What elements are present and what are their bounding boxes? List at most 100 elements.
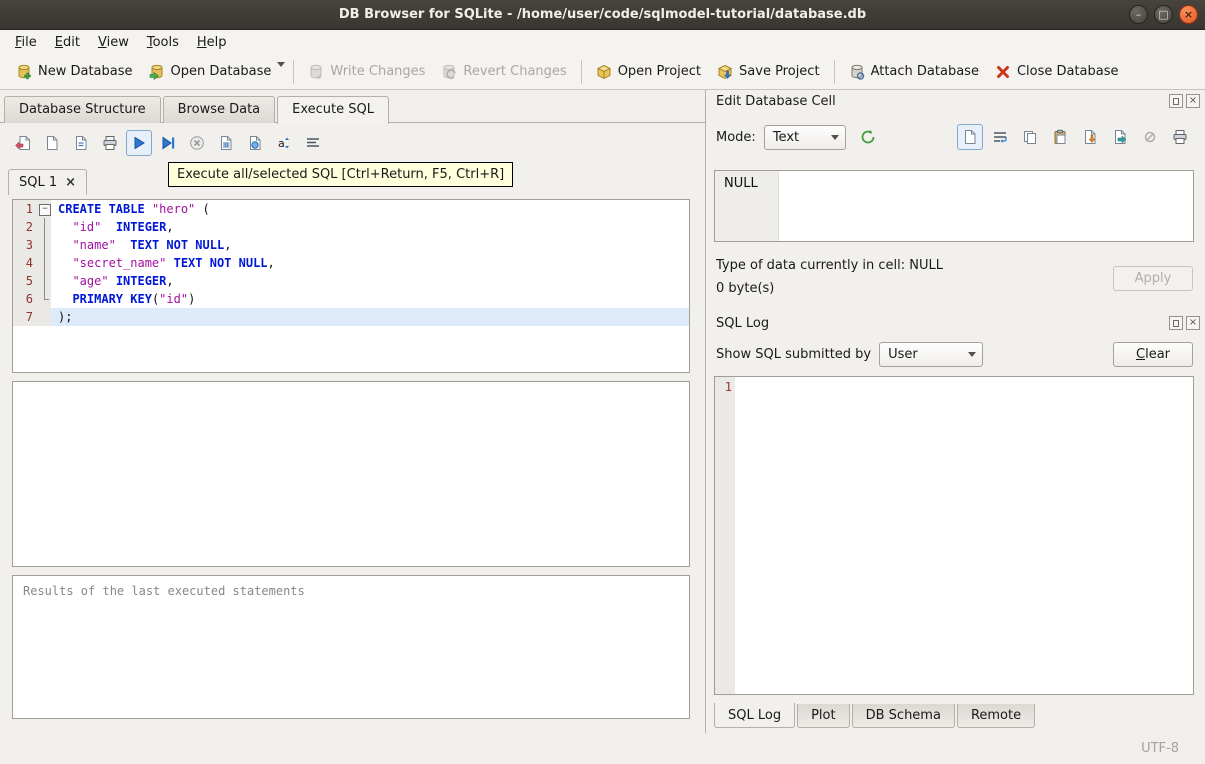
clear-log-button[interactable]: Clear bbox=[1113, 342, 1193, 367]
auto-switch-mode-button[interactable] bbox=[854, 124, 882, 150]
minimize-button[interactable]: – bbox=[1129, 5, 1148, 24]
window-title: DB Browser for SQLite - /home/user/code/… bbox=[338, 7, 867, 22]
fold-margin bbox=[37, 308, 51, 326]
tab-db-schema[interactable]: DB Schema bbox=[851, 704, 955, 728]
code-line: 3 "name" TEXT NOT NULL, bbox=[13, 236, 689, 254]
menubar: File Edit View Tools Help bbox=[0, 30, 1205, 54]
text-mode-toggle-button[interactable] bbox=[957, 124, 983, 150]
paste-cell-button[interactable] bbox=[1047, 124, 1073, 150]
code-line: 4 "secret_name" TEXT NOT NULL, bbox=[13, 254, 689, 272]
word-wrap-button[interactable] bbox=[987, 124, 1013, 150]
stop-execution-button bbox=[184, 130, 210, 156]
svg-text:a: a bbox=[278, 137, 285, 150]
sql-code-editor[interactable]: 1 CREATE TABLE "hero" ( 2 "id" INTEGER, … bbox=[12, 199, 690, 373]
format-sql-icon bbox=[305, 135, 321, 151]
format-sql-button[interactable] bbox=[300, 130, 326, 156]
close-dock-icon[interactable]: × bbox=[1186, 316, 1200, 330]
menu-edit[interactable]: Edit bbox=[46, 32, 89, 53]
code-text: "age" INTEGER, bbox=[72, 274, 174, 288]
tab-remote[interactable]: Remote bbox=[956, 704, 1036, 728]
revert-changes-icon bbox=[441, 64, 457, 80]
stop-icon bbox=[189, 135, 205, 151]
open-database-button[interactable]: Open Database bbox=[141, 59, 280, 85]
import-cell-data-button[interactable] bbox=[1077, 124, 1103, 150]
tab-execute-sql[interactable]: Execute SQL bbox=[277, 96, 390, 124]
edit-cell-dock-buttons: × bbox=[1169, 94, 1200, 108]
tab-browse-data[interactable]: Browse Data bbox=[162, 96, 276, 123]
maximize-button[interactable]: □ bbox=[1154, 5, 1173, 24]
cell-value: NULL bbox=[724, 176, 758, 191]
tab-plot[interactable]: Plot bbox=[797, 704, 850, 728]
sql-tab-1[interactable]: SQL 1 × bbox=[8, 169, 88, 195]
menu-file[interactable]: File bbox=[6, 32, 46, 53]
save-project-button[interactable]: Save Project bbox=[709, 59, 828, 85]
results-message-pane[interactable]: Results of the last executed statements bbox=[12, 575, 690, 719]
new-database-button[interactable]: New Database bbox=[8, 59, 141, 85]
line-number: 2 bbox=[13, 218, 37, 236]
set-null-button bbox=[1137, 124, 1163, 150]
menu-view[interactable]: View bbox=[89, 32, 138, 53]
auto-complete-button[interactable]: a bbox=[271, 130, 297, 156]
attach-database-button[interactable]: Attach Database bbox=[841, 59, 987, 85]
execute-sql-icon bbox=[131, 135, 147, 151]
main-toolbar: New Database Open Database Write Changes… bbox=[0, 54, 1205, 90]
sql-log-view[interactable]: 1 bbox=[714, 376, 1194, 695]
print-sql-button[interactable] bbox=[97, 130, 123, 156]
write-changes-icon bbox=[308, 64, 324, 80]
fold-guide bbox=[37, 254, 51, 272]
execute-current-line-button[interactable] bbox=[155, 130, 181, 156]
open-project-icon bbox=[596, 64, 612, 80]
toolbar-separator bbox=[580, 59, 582, 84]
float-dock-icon[interactable] bbox=[1169, 316, 1183, 330]
close-database-button[interactable]: Close Database bbox=[987, 59, 1127, 85]
fold-marker-icon[interactable] bbox=[37, 200, 51, 218]
close-database-label: Close Database bbox=[1016, 64, 1119, 79]
line-number: 6 bbox=[13, 290, 37, 308]
save-sql-file-button[interactable] bbox=[68, 130, 94, 156]
copy-cell-button[interactable] bbox=[1017, 124, 1043, 150]
code-text: PRIMARY KEY("id") bbox=[72, 292, 196, 306]
tab-sql-log[interactable]: SQL Log bbox=[714, 703, 796, 728]
revert-changes-label: Revert Changes bbox=[463, 64, 567, 79]
fold-guide bbox=[37, 272, 51, 290]
open-database-dropdown-icon[interactable] bbox=[277, 62, 286, 67]
export-results-button[interactable] bbox=[242, 130, 268, 156]
execute-sql-button[interactable] bbox=[126, 130, 152, 156]
toolbar-separator bbox=[833, 59, 835, 84]
log-line-number: 1 bbox=[715, 377, 735, 694]
open-project-button[interactable]: Open Project bbox=[588, 59, 709, 85]
chevron-down-icon bbox=[962, 343, 982, 366]
write-changes-button: Write Changes bbox=[300, 59, 433, 85]
print-icon bbox=[102, 135, 118, 151]
cell-editor-content[interactable] bbox=[779, 171, 1193, 241]
mode-select[interactable]: Text bbox=[763, 124, 846, 150]
menu-help[interactable]: Help bbox=[188, 32, 236, 53]
close-sql-tab-icon[interactable]: × bbox=[65, 176, 76, 189]
results-grid-pane[interactable] bbox=[12, 381, 690, 567]
code-text: "name" TEXT NOT NULL, bbox=[72, 238, 232, 252]
log-filter-label: Show SQL submitted by bbox=[716, 347, 872, 362]
export-cell-data-button[interactable] bbox=[1107, 124, 1133, 150]
cell-editor-gutter: NULL bbox=[715, 171, 779, 241]
close-button[interactable]: × bbox=[1179, 5, 1198, 24]
open-sql-file-button[interactable] bbox=[10, 130, 36, 156]
code-text: "id" INTEGER, bbox=[72, 220, 174, 234]
print-cell-button[interactable] bbox=[1167, 124, 1193, 150]
close-dock-icon[interactable]: × bbox=[1186, 94, 1200, 108]
mode-value: Text bbox=[772, 129, 800, 145]
tab-database-structure[interactable]: Database Structure bbox=[4, 96, 161, 123]
log-content bbox=[735, 377, 1193, 694]
log-filter-select[interactable]: User bbox=[879, 342, 984, 367]
toolbar-separator bbox=[293, 59, 295, 84]
open-database-icon bbox=[149, 64, 165, 80]
open-project-label: Open Project bbox=[617, 64, 702, 79]
save-results-button[interactable] bbox=[213, 130, 239, 156]
float-dock-icon[interactable] bbox=[1169, 94, 1183, 108]
sql-toolbar: a bbox=[10, 130, 326, 156]
cell-value-editor[interactable]: NULL bbox=[714, 170, 1194, 242]
edit-cell-dock-title: Edit Database Cell bbox=[716, 94, 836, 109]
menu-tools[interactable]: Tools bbox=[138, 32, 188, 53]
log-filter-row: Show SQL submitted by User bbox=[716, 342, 984, 367]
new-sql-tab-button[interactable] bbox=[39, 130, 65, 156]
encoding-indicator: UTF-8 bbox=[1141, 741, 1179, 756]
